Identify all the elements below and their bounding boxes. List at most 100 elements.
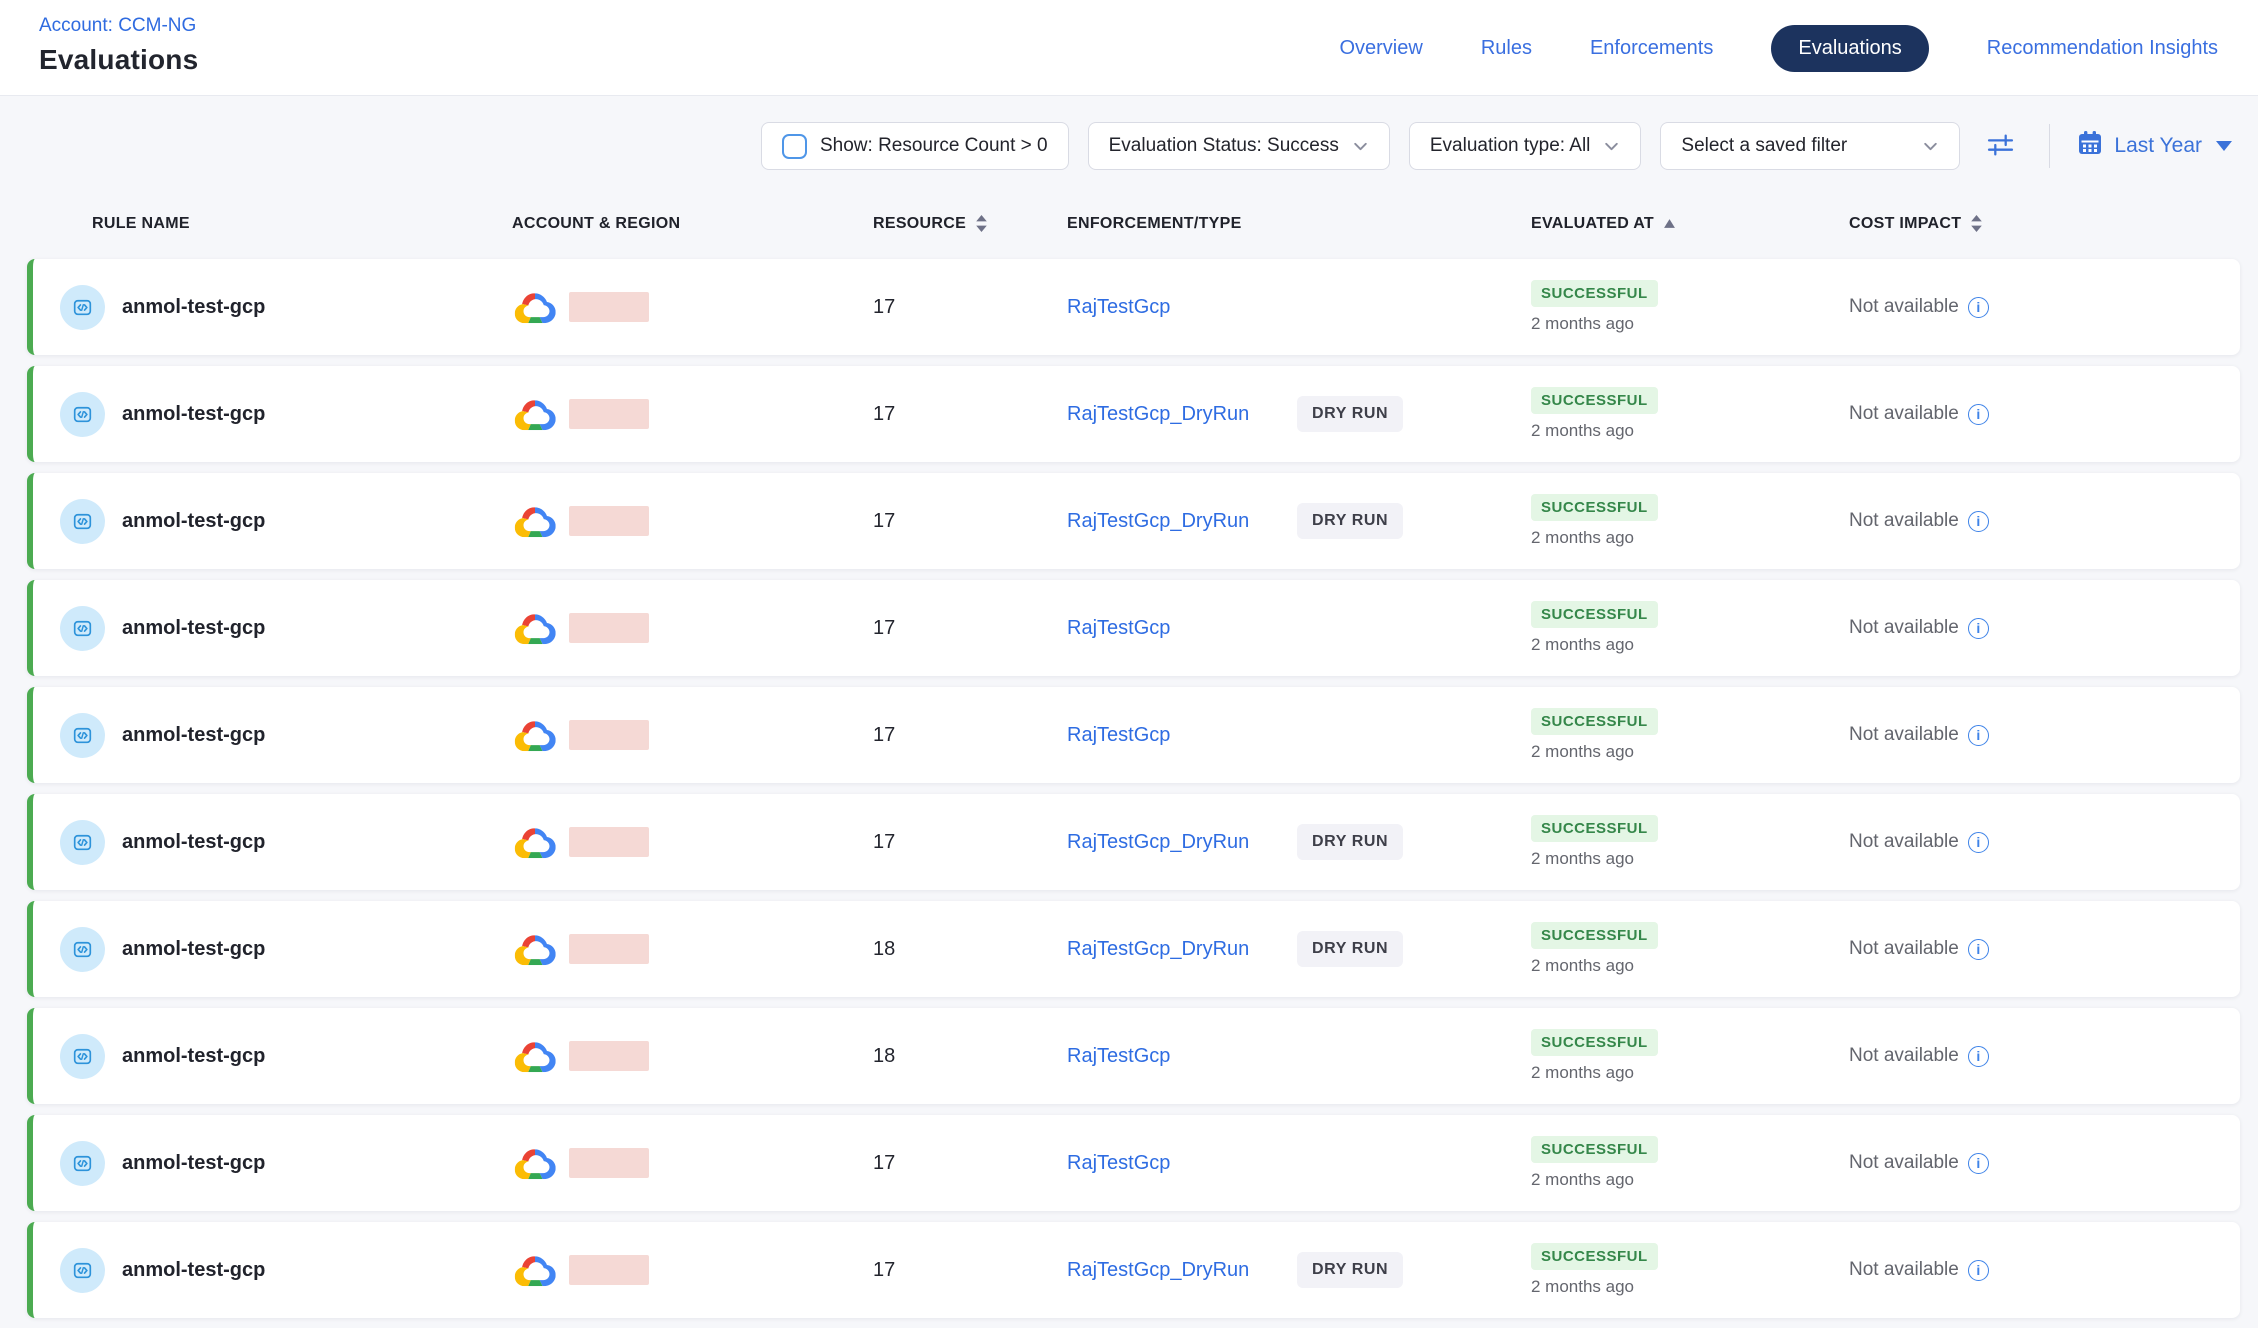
cost-impact-value: Not available bbox=[1849, 296, 1959, 318]
resource-count: 17 bbox=[873, 617, 895, 639]
rule-name-cell: anmol-test-gcp bbox=[33, 1248, 512, 1293]
table-row[interactable]: anmol-test-gcp 17 RajTestGcp SUCCESSFUL … bbox=[27, 259, 2240, 355]
table-row[interactable]: anmol-test-gcp 17 RajTestGcp_DryRun DRY … bbox=[27, 1222, 2240, 1318]
evaluated-at-cell: SUCCESSFUL 2 months ago bbox=[1531, 601, 1849, 655]
table-row[interactable]: anmol-test-gcp 17 RajTestGcp_DryRun DRY … bbox=[27, 366, 2240, 462]
enforcement-link[interactable]: RajTestGcp bbox=[1067, 617, 1170, 640]
evaluation-type-dropdown[interactable]: Evaluation type: All bbox=[1409, 122, 1642, 170]
info-icon[interactable]: i bbox=[1968, 511, 1989, 532]
info-icon[interactable]: i bbox=[1968, 1153, 1989, 1174]
resource-count-cell: 17 bbox=[873, 724, 1067, 747]
dry-run-badge: DRY RUN bbox=[1297, 931, 1403, 967]
table-header: RULE NAME ACCOUNT & REGION RESOURCE ENFO… bbox=[33, 214, 2232, 233]
status-badge: SUCCESSFUL bbox=[1531, 601, 1658, 628]
info-icon[interactable]: i bbox=[1968, 725, 1989, 746]
redacted-account-name bbox=[569, 506, 649, 536]
resource-count-checkbox[interactable] bbox=[782, 134, 807, 159]
gcp-logo-icon bbox=[512, 1144, 558, 1182]
enforcement-link[interactable]: RajTestGcp bbox=[1067, 1152, 1170, 1175]
column-header-rule-name: RULE NAME bbox=[33, 214, 512, 233]
table-row[interactable]: anmol-test-gcp 18 RajTestGcp_DryRun DRY … bbox=[27, 901, 2240, 997]
gcp-logo-icon bbox=[512, 1037, 558, 1075]
info-icon[interactable]: i bbox=[1968, 1046, 1989, 1067]
status-badge: SUCCESSFUL bbox=[1531, 1029, 1658, 1056]
info-icon[interactable]: i bbox=[1968, 404, 1989, 425]
rule-name: anmol-test-gcp bbox=[122, 831, 265, 854]
calendar-icon bbox=[2077, 130, 2103, 162]
resource-count: 17 bbox=[873, 831, 895, 853]
sort-icon[interactable] bbox=[1970, 214, 1983, 233]
table-row[interactable]: anmol-test-gcp 18 RajTestGcp SUCCESSFUL … bbox=[27, 1008, 2240, 1104]
info-icon[interactable]: i bbox=[1968, 832, 1989, 853]
enforcement-link[interactable]: RajTestGcp_DryRun bbox=[1067, 831, 1249, 854]
info-icon[interactable]: i bbox=[1968, 618, 1989, 639]
table-row[interactable]: anmol-test-gcp 17 RajTestGcp SUCCESSFUL … bbox=[27, 687, 2240, 783]
account-region-cell bbox=[512, 930, 873, 968]
saved-filter-dropdown[interactable]: Select a saved filter bbox=[1660, 122, 1960, 170]
enforcement-link[interactable]: RajTestGcp_DryRun bbox=[1067, 938, 1249, 961]
resource-count-cell: 17 bbox=[873, 510, 1067, 533]
enforcement-link[interactable]: RajTestGcp_DryRun bbox=[1067, 403, 1249, 426]
dry-run-badge: DRY RUN bbox=[1297, 824, 1403, 860]
filter-settings-button[interactable] bbox=[1979, 131, 2022, 161]
enforcement-link[interactable]: RajTestGcp bbox=[1067, 1045, 1170, 1068]
enforcement-link[interactable]: RajTestGcp_DryRun bbox=[1067, 1259, 1249, 1282]
status-badge: SUCCESSFUL bbox=[1531, 494, 1658, 521]
cost-impact-value: Not available bbox=[1849, 617, 1959, 639]
sort-icon[interactable] bbox=[975, 214, 988, 233]
evaluated-at-cell: SUCCESSFUL 2 months ago bbox=[1531, 708, 1849, 762]
evaluated-at-cell: SUCCESSFUL 2 months ago bbox=[1531, 1029, 1849, 1083]
column-header-cost-impact[interactable]: COST IMPACT bbox=[1849, 214, 2232, 233]
chevron-down-icon bbox=[1352, 138, 1369, 155]
sort-asc-icon[interactable] bbox=[1663, 218, 1676, 229]
resource-count: 17 bbox=[873, 296, 895, 318]
rule-icon bbox=[60, 713, 105, 758]
time-range-label: Last Year bbox=[2114, 134, 2202, 158]
rule-icon bbox=[60, 285, 105, 330]
tab-rules[interactable]: Rules bbox=[1481, 37, 1532, 60]
rule-name: anmol-test-gcp bbox=[122, 1259, 265, 1282]
rule-icon bbox=[60, 499, 105, 544]
cost-impact-cell: Not available i bbox=[1849, 1152, 2240, 1174]
column-header-resource[interactable]: RESOURCE bbox=[873, 214, 1067, 233]
enforcement-link[interactable]: RajTestGcp bbox=[1067, 724, 1170, 747]
info-icon[interactable]: i bbox=[1968, 1260, 1989, 1281]
account-region-cell bbox=[512, 823, 873, 861]
evaluated-at-cell: SUCCESSFUL 2 months ago bbox=[1531, 922, 1849, 976]
resource-count-filter-toggle[interactable]: Show: Resource Count > 0 bbox=[761, 122, 1069, 170]
tab-evaluations[interactable]: Evaluations bbox=[1771, 25, 1928, 72]
tab-recommendation-insights[interactable]: Recommendation Insights bbox=[1987, 37, 2218, 60]
rule-name: anmol-test-gcp bbox=[122, 296, 265, 319]
resource-count: 17 bbox=[873, 724, 895, 746]
rule-name: anmol-test-gcp bbox=[122, 1152, 265, 1175]
enforcement-cell: RajTestGcp_DryRun DRY RUN bbox=[1067, 831, 1531, 854]
gcp-logo-icon bbox=[512, 609, 558, 647]
account-breadcrumb-link[interactable]: Account: CCM-NG bbox=[39, 15, 196, 37]
tab-enforcements[interactable]: Enforcements bbox=[1590, 37, 1713, 60]
cost-impact-value: Not available bbox=[1849, 1045, 1959, 1067]
evaluated-time: 2 months ago bbox=[1531, 849, 1634, 869]
evaluated-time: 2 months ago bbox=[1531, 1063, 1634, 1083]
table-row[interactable]: anmol-test-gcp 17 RajTestGcp_DryRun DRY … bbox=[27, 473, 2240, 569]
evaluation-status-label: Evaluation Status: Success bbox=[1109, 135, 1339, 157]
evaluated-at-cell: SUCCESSFUL 2 months ago bbox=[1531, 1136, 1849, 1190]
table-row[interactable]: anmol-test-gcp 17 RajTestGcp SUCCESSFUL … bbox=[27, 580, 2240, 676]
info-icon[interactable]: i bbox=[1968, 939, 1989, 960]
rule-name: anmol-test-gcp bbox=[122, 403, 265, 426]
tab-overview[interactable]: Overview bbox=[1339, 37, 1422, 60]
enforcement-link[interactable]: RajTestGcp_DryRun bbox=[1067, 510, 1249, 533]
table-row[interactable]: anmol-test-gcp 17 RajTestGcp SUCCESSFUL … bbox=[27, 1115, 2240, 1211]
column-header-evaluated-at[interactable]: EVALUATED AT bbox=[1531, 214, 1849, 233]
gcp-logo-icon bbox=[512, 288, 558, 326]
time-range-picker[interactable]: Last Year bbox=[2077, 130, 2232, 162]
table-row[interactable]: anmol-test-gcp 17 RajTestGcp_DryRun DRY … bbox=[27, 794, 2240, 890]
account-region-cell bbox=[512, 502, 873, 540]
evaluated-time: 2 months ago bbox=[1531, 635, 1634, 655]
evaluation-type-label: Evaluation type: All bbox=[1430, 135, 1591, 157]
info-icon[interactable]: i bbox=[1968, 297, 1989, 318]
enforcement-cell: RajTestGcp bbox=[1067, 296, 1531, 319]
status-badge: SUCCESSFUL bbox=[1531, 815, 1658, 842]
account-region-cell bbox=[512, 609, 873, 647]
evaluation-status-dropdown[interactable]: Evaluation Status: Success bbox=[1088, 122, 1390, 170]
enforcement-link[interactable]: RajTestGcp bbox=[1067, 296, 1170, 319]
